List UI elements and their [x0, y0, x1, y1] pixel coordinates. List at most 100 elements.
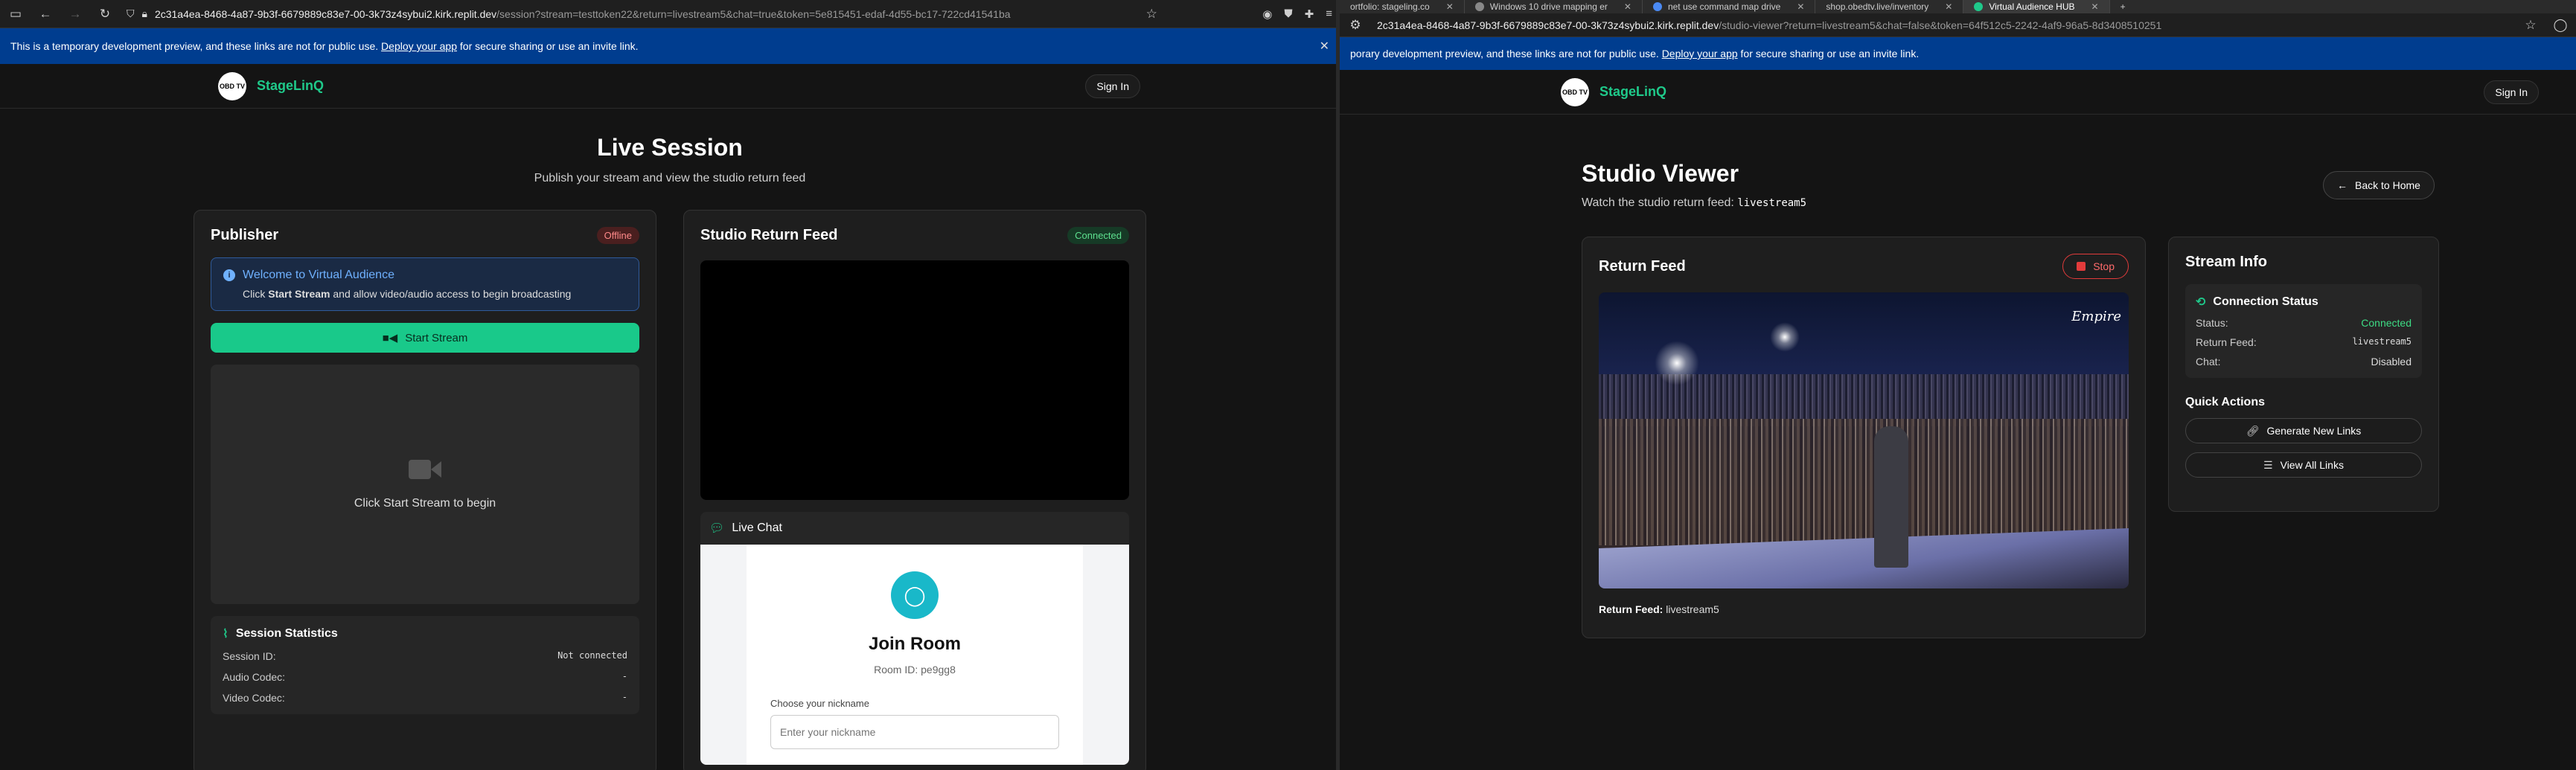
logo: OBD TV [1561, 77, 1589, 106]
right-url-bar: ⚙ 2c31a4ea-8468-4a87-9b3f-6679889c83e7-0… [1340, 13, 2576, 37]
connection-status-box: ⟲ Connection Status Status: Connected Retu… [2185, 284, 2422, 378]
view-all-links-button[interactable]: ☰ View All Links [2185, 452, 2422, 478]
status-badge: Offline [596, 227, 639, 244]
room-id: Room ID: pe9gg8 [874, 664, 956, 676]
puzzle-icon[interactable]: ✚ [1305, 7, 1314, 21]
close-icon: ✕ [1797, 1, 1805, 12]
url-path: /studio-viewer?return=livestream5&chat=f… [1719, 19, 2162, 31]
close-icon[interactable]: ✕ [1320, 39, 1329, 54]
close-icon: ✕ [1623, 1, 1631, 12]
return-feed-label: Return Feed: livestream5 [1599, 603, 1719, 615]
profile-icon[interactable]: ◯ [2552, 17, 2569, 33]
welcome-alert: i Welcome to Virtual Audience Click Start… [211, 257, 639, 311]
session-statistics: ⌇ Session Statistics Session ID: Not conne… [211, 616, 639, 714]
extension-icon[interactable]: ◉ [1262, 7, 1272, 21]
address-field[interactable]: 2c31a4ea-8468-4a87-9b3f-6679889c83e7-00-… [1377, 19, 2509, 31]
welcome-click: Click [243, 288, 266, 300]
local-video-preview: Click Start Stream to begin [211, 365, 639, 604]
pocket-icon[interactable]: ⛊ [1284, 7, 1292, 20]
bookmark-star-icon[interactable]: ☆ [1143, 6, 1160, 22]
banner-suffix: for secure sharing or use an invite link… [1740, 48, 1920, 60]
broadcast-watermark: Empire [2071, 309, 2121, 324]
deploy-link[interactable]: Deploy your app [1662, 48, 1738, 60]
stop-button[interactable]: Stop [2062, 254, 2129, 279]
forward-arrow-icon[interactable]: → [67, 6, 83, 22]
arrow-left-icon: ← [2337, 179, 2348, 191]
stream-info-title: Stream Info [2185, 254, 2268, 270]
left-url-bar: ▭ ← → ↻ ⛉ 🔒︎ 2c31a4ea-8468-4a87-9b3f-667… [0, 0, 1340, 28]
stream-info-card: Stream Info ⟲ Connection Status Status: Co… [2168, 237, 2439, 512]
reload-icon[interactable]: ↻ [97, 6, 113, 22]
quick-actions-title: Quick Actions [2185, 396, 2265, 408]
stats-row: Session ID: Not connected [223, 650, 627, 662]
page-title: Live Session [597, 134, 743, 161]
close-icon: ✕ [1445, 1, 1454, 12]
link-icon: 🔗︎ [2246, 424, 2260, 437]
start-stream-button[interactable]: ■◀ Start Stream [211, 323, 639, 353]
brand[interactable]: OBD TV StageLinQ [1561, 77, 1666, 106]
welcome-rest: and allow video/audio access to begin br… [333, 288, 572, 300]
tab-windows-drive[interactable]: Windows 10 drive mapping er ✕ [1465, 0, 1643, 13]
brand-name: StageLinQ [257, 78, 325, 93]
new-tab-button[interactable]: + [2110, 0, 2136, 13]
stats-title: Session Statistics [235, 627, 338, 640]
chat-title: Live Chat [732, 522, 782, 534]
close-icon: ✕ [1945, 1, 1953, 12]
tab-net-use[interactable]: net use command map drive ✕ [1643, 0, 1816, 13]
app-header: OBD TV StageLinQ Sign In [0, 64, 1340, 109]
back-to-home-button[interactable]: ← Back to Home [2323, 171, 2435, 199]
address-field[interactable]: ⛉ 🔒︎ 2c31a4ea-8468-4a87-9b3f-6679889c83e… [127, 7, 1130, 20]
list-icon: ☰ [2263, 458, 2273, 471]
app-header: OBD TV StageLinQ Sign In [1340, 70, 2576, 115]
left-browser-window: ▭ ← → ↻ ⛉ 🔒︎ 2c31a4ea-8468-4a87-9b3f-667… [0, 0, 1340, 770]
back-arrow-icon[interactable]: ← [37, 6, 54, 22]
nickname-input[interactable] [770, 715, 1059, 749]
stats-row: Audio Codec: - [223, 671, 627, 683]
publisher-title: Publisher [211, 227, 279, 243]
welcome-bold: Start Stream [268, 288, 330, 300]
chat-bubbles-icon: 💬︎ [709, 522, 725, 535]
return-feed-title: Return Feed [1599, 257, 1686, 275]
url-host: 2c31a4ea-8468-4a87-9b3f-6679889c83e7-00-… [1377, 19, 1719, 31]
join-title: Join Room [869, 634, 961, 654]
sign-in-button[interactable]: Sign In [1085, 74, 1140, 98]
stats-row: Video Codec: - [223, 692, 627, 704]
right-browser-window: ortfolio: stageling.co ✕ Windows 10 drive… [1340, 0, 2576, 770]
video-camera-icon: ■◀ [382, 332, 398, 344]
tab-virtual-audience-hub[interactable]: Virtual Audience HUB ✕ [1963, 0, 2110, 13]
page-title: Studio Viewer [1582, 160, 1739, 187]
bookmark-star-icon[interactable]: ☆ [2522, 17, 2539, 33]
tab-shop[interactable]: shop.obedtv.live/inventory ✕ [1815, 0, 1964, 13]
brand[interactable]: OBD TV StageLinQ [218, 71, 325, 100]
menu-icon[interactable]: ≡ [1326, 7, 1332, 20]
return-video[interactable]: Empire [1599, 292, 2129, 588]
stream-code: livestream5 [1737, 197, 1807, 209]
preview-text: Click Start Stream to begin [354, 497, 496, 510]
banner-suffix: for secure sharing or use an invite link… [459, 40, 639, 52]
info-row: Status: Connected [2196, 317, 2412, 329]
live-chat-panel: 💬︎ Live Chat ◯ Join Room Room ID: pe9gg8 … [700, 512, 1129, 765]
tab-portfolio[interactable]: ortfolio: stageling.co ✕ [1340, 0, 1465, 13]
url-host: 2c31a4ea-8468-4a87-9b3f-6679889c83e7-00-… [154, 7, 497, 20]
banner-text: porary development preview, and these li… [1350, 48, 1659, 60]
return-video[interactable] [700, 260, 1129, 500]
join-room-card: ◯ Join Room Room ID: pe9gg8 Choose your … [747, 545, 1083, 765]
dev-preview-banner: This is a temporary development preview,… [0, 28, 1340, 64]
signal-icon: ⟲ [2196, 296, 2206, 309]
chat-bubble-icon: ◯ [891, 571, 939, 619]
deploy-link[interactable]: Deploy your app [381, 40, 457, 52]
sidebar-toggle-icon[interactable]: ▭ [7, 6, 24, 22]
page-subtitle: Watch the studio return feed: livestream… [1582, 196, 1807, 209]
generate-links-button[interactable]: 🔗︎ Generate New Links [2185, 418, 2422, 443]
speaker-figure [1874, 426, 1908, 568]
start-stream-label: Start Stream [405, 331, 468, 344]
welcome-title: Welcome to Virtual Audience [243, 269, 394, 281]
return-feed-title: Studio Return Feed [700, 227, 838, 243]
tune-icon[interactable]: ⚙ [1347, 17, 1364, 33]
sign-in-button[interactable]: Sign In [2484, 80, 2539, 104]
nickname-label: Choose your nickname [770, 698, 869, 709]
chart-line-icon: ⌇ [223, 628, 228, 641]
banner-text: This is a temporary development preview,… [10, 40, 379, 52]
info-icon: i [223, 269, 235, 281]
info-row: Chat: Disabled [2196, 356, 2412, 368]
